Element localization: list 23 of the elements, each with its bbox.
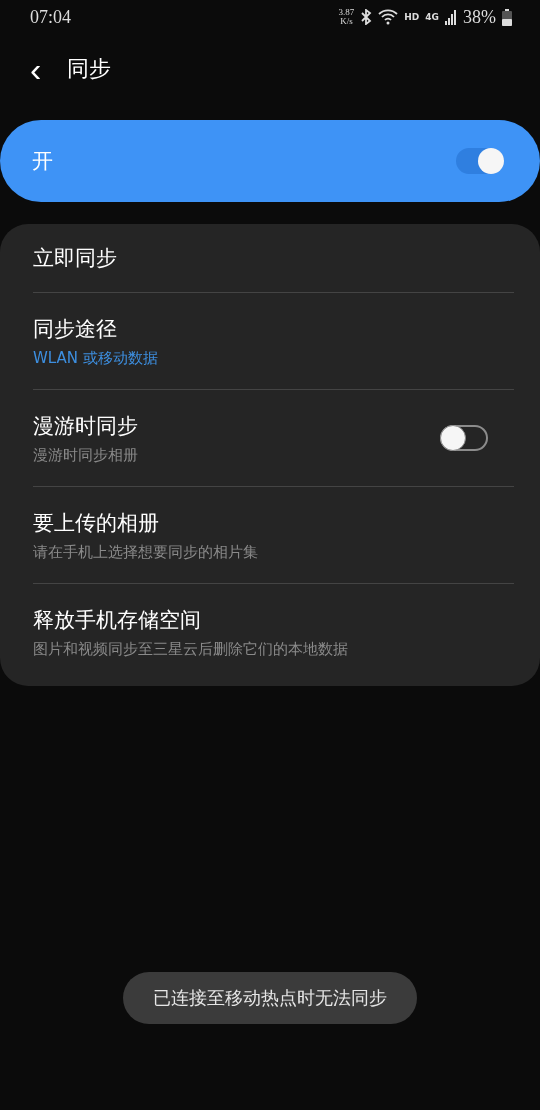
- setting-subtitle: WLAN 或移动数据: [33, 348, 159, 368]
- wifi-icon: [378, 9, 399, 25]
- back-button[interactable]: ‹: [22, 52, 50, 86]
- network-type: 4G: [425, 12, 439, 22]
- setting-title[interactable]: 漫游时同步: [33, 411, 440, 440]
- page-title: 同步: [67, 55, 112, 83]
- network-speed: 3.87 K/s: [338, 8, 355, 26]
- bluetooth-icon: [360, 9, 373, 25]
- setting-subtitle: 图片和视频同步至三星云后删除它们的本地数据: [33, 639, 349, 659]
- setting-subtitle: 请在手机上选择想要同步的相片集: [33, 542, 259, 562]
- battery-icon: [502, 8, 512, 26]
- setting-title[interactable]: 释放手机存储空间: [33, 605, 488, 634]
- toast-message: 已连接至移动热点时无法同步: [123, 972, 417, 1024]
- hd-label: HD: [404, 12, 420, 22]
- signal-icon: [445, 9, 457, 25]
- setting-subtitle: 漫游时同步相册: [33, 445, 139, 465]
- battery-level: 38%: [463, 6, 496, 28]
- master-toggle[interactable]: [456, 148, 504, 174]
- setting-title[interactable]: 同步途径: [33, 314, 488, 343]
- setting-title[interactable]: 立即同步: [33, 244, 488, 272]
- clock: 07:04: [30, 6, 72, 28]
- setting-title[interactable]: 要上传的相册: [33, 508, 488, 537]
- roaming-toggle[interactable]: [440, 425, 488, 451]
